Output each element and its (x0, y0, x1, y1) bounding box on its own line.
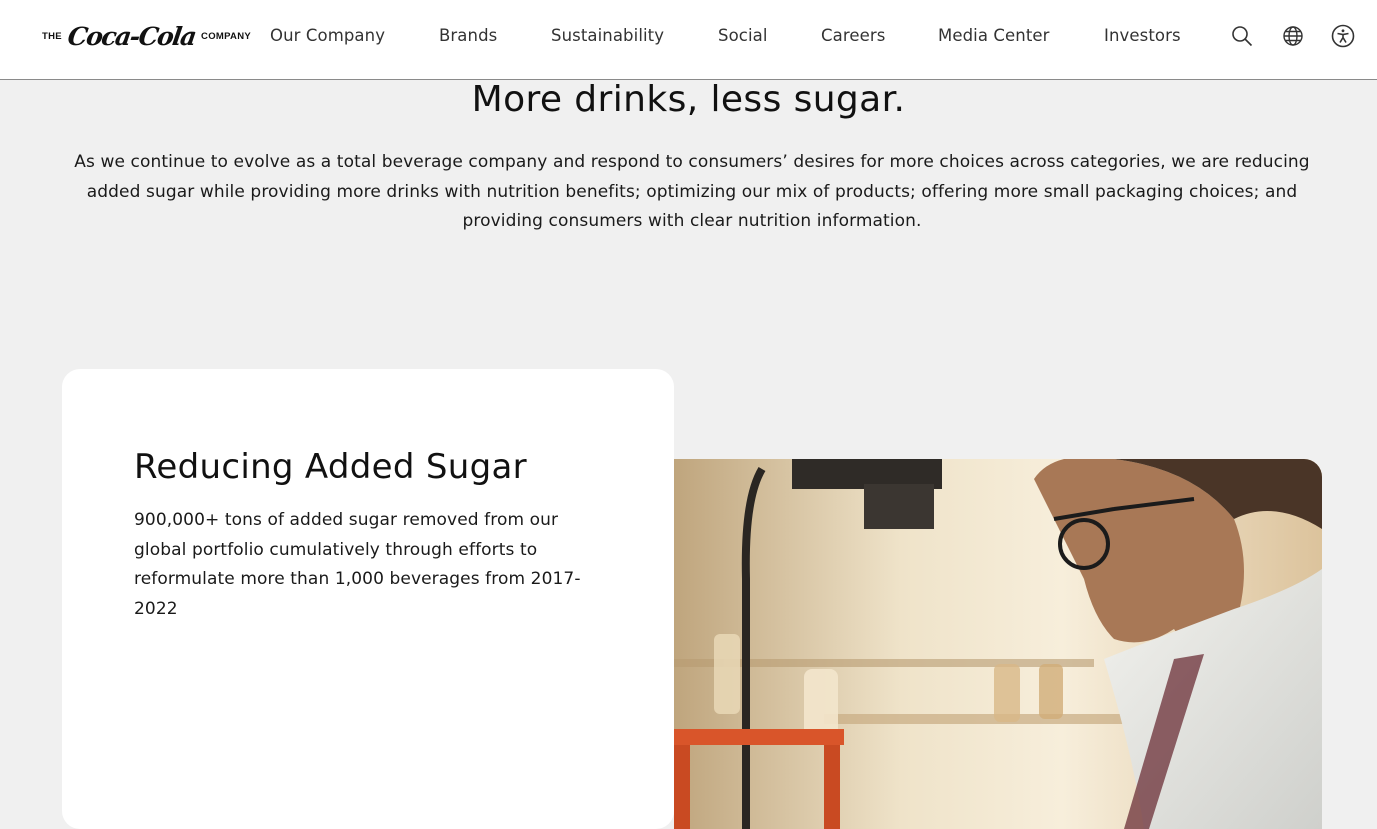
nav-investors[interactable]: Investors (1104, 25, 1181, 47)
search-icon[interactable] (1230, 24, 1254, 48)
nav-media-center[interactable]: Media Center (938, 25, 1050, 47)
logo-prefix: THE (42, 30, 62, 42)
site-header: THE Coca-Cola COMPANY Our Company Brands… (0, 0, 1377, 80)
nav-our-company[interactable]: Our Company (270, 25, 385, 47)
accessibility-icon[interactable] (1331, 24, 1355, 48)
globe-icon[interactable] (1281, 24, 1305, 48)
nav-social[interactable]: Social (718, 25, 768, 47)
lab-scientist-photo (674, 459, 1322, 829)
logo-brand: Coca-Cola (65, 21, 198, 51)
nav-careers[interactable]: Careers (821, 25, 885, 47)
section-title: More drinks, less sugar. (471, 79, 906, 120)
reducing-sugar-card: Reducing Added Sugar 900,000+ tons of ad… (62, 369, 674, 829)
section-intro: As we continue to evolve as a total beve… (74, 152, 1310, 231)
card-title: Reducing Added Sugar (134, 447, 527, 487)
logo-suffix: COMPANY (201, 30, 251, 42)
card-body: 900,000+ tons of added sugar removed fro… (134, 510, 581, 619)
nav-sustainability[interactable]: Sustainability (551, 25, 664, 47)
nav-brands[interactable]: Brands (439, 25, 497, 47)
company-logo[interactable]: THE Coca-Cola COMPANY (42, 18, 251, 54)
